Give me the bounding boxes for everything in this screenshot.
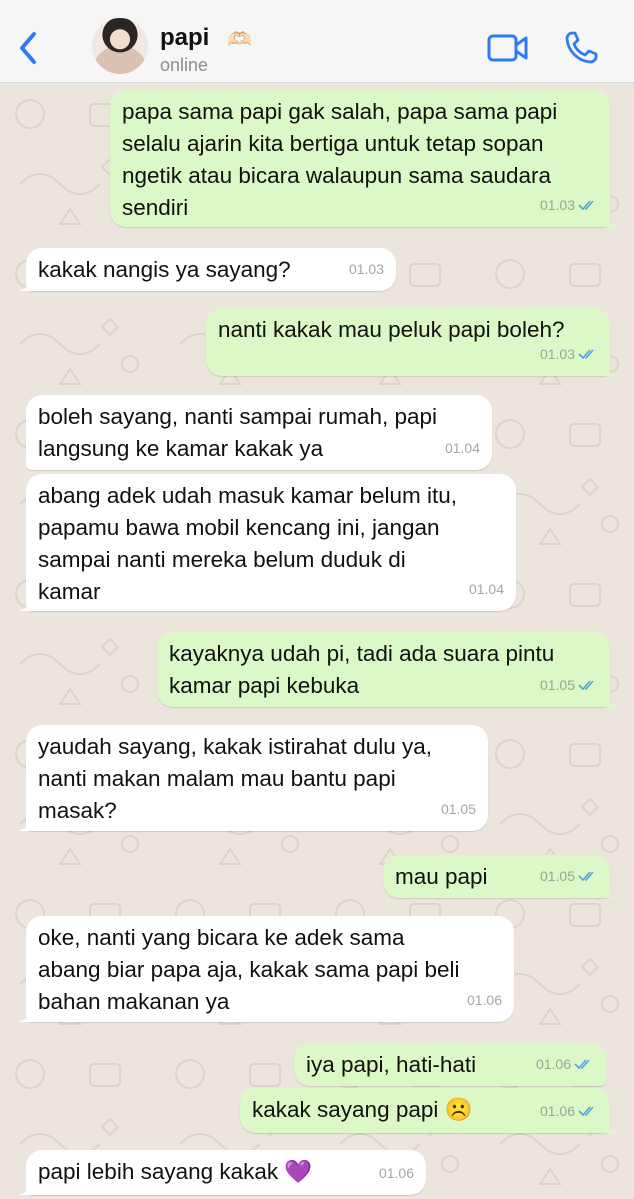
- message-meta: 01.05: [540, 669, 598, 701]
- message-time: 01.06: [535, 1056, 571, 1072]
- message-incoming[interactable]: kakak nangis ya sayang? 01.03: [18, 248, 396, 291]
- message-text: kakak nangis ya sayang?: [38, 257, 291, 282]
- message-time: 01.03: [539, 346, 575, 362]
- back-button[interactable]: [14, 28, 44, 68]
- message-text: oke, nanti yang bicara ke adek sama aban…: [38, 925, 460, 1014]
- message-outgoing[interactable]: iya papi, hati-hati 01.06: [294, 1043, 606, 1086]
- message-outgoing[interactable]: mau papi 01.05: [383, 855, 618, 898]
- message-incoming[interactable]: yaudah sayang, kakak istirahat dulu ya, …: [18, 725, 488, 831]
- message-time: 01.04: [444, 440, 480, 456]
- chat-area[interactable]: papa sama papi gak salah, papa sama papi…: [0, 84, 634, 1199]
- voice-call-button[interactable]: [563, 30, 599, 66]
- message-time: 01.06: [466, 992, 502, 1008]
- bubble-tail: [18, 597, 32, 611]
- phone-icon: [565, 31, 598, 64]
- message-meta: 01.04: [445, 432, 480, 464]
- contact-name[interactable]: papi: [160, 24, 209, 52]
- message-meta: 01.05: [540, 860, 598, 892]
- bubble-tail: [604, 884, 618, 898]
- chevron-left-icon: [20, 32, 36, 64]
- message-text: abang adek udah masuk kamar belum itu, p…: [38, 483, 457, 604]
- bubble-tail: [604, 213, 618, 227]
- message-text: kakak sayang papi ☹️: [252, 1097, 473, 1122]
- message-incoming[interactable]: abang adek udah masuk kamar belum itu, p…: [18, 474, 516, 611]
- message-text: mau papi: [395, 864, 488, 889]
- message-text: papa sama papi gak salah, papa sama papi…: [122, 99, 558, 220]
- message-time: 01.05: [539, 677, 575, 693]
- message-incoming[interactable]: oke, nanti yang bicara ke adek sama aban…: [18, 916, 514, 1022]
- contact-status: online: [160, 55, 209, 75]
- chat-header: papi 🫶🏻 online: [0, 0, 634, 83]
- message-time: 01.03: [348, 261, 384, 277]
- message-meta: 01.05: [441, 793, 476, 825]
- message-outgoing[interactable]: kayaknya udah pi, tadi ada suara pintu k…: [157, 632, 618, 707]
- bubble-tail: [604, 362, 618, 376]
- message-meta: 01.03: [540, 338, 598, 370]
- message-outgoing[interactable]: nanti kakak mau peluk papi boleh? 01.03: [206, 308, 618, 376]
- double-check-icon: [578, 200, 594, 211]
- bubble-tail: [604, 693, 618, 707]
- bubble-tail: [604, 1119, 618, 1133]
- message-time: 01.03: [539, 197, 575, 213]
- message-text: papi lebih sayang kakak 💜: [38, 1159, 313, 1184]
- message-text: boleh sayang, nanti sampai rumah, papi l…: [38, 404, 438, 461]
- message-meta: 01.06: [536, 1048, 594, 1080]
- message-meta: 01.06: [467, 984, 502, 1016]
- double-check-icon: [578, 1106, 594, 1117]
- video-call-button[interactable]: [487, 33, 529, 63]
- bubble-tail: [18, 1181, 32, 1195]
- message-outgoing[interactable]: papa sama papi gak salah, papa sama papi…: [110, 90, 618, 227]
- double-check-icon: [574, 1059, 590, 1070]
- message-incoming[interactable]: papi lebih sayang kakak 💜 01.06: [18, 1150, 426, 1195]
- message-time: 01.04: [468, 581, 504, 597]
- bubble-tail: [18, 1008, 32, 1022]
- message-meta: 01.03: [349, 253, 384, 285]
- message-time: 01.05: [539, 868, 575, 884]
- message-time: 01.06: [539, 1103, 575, 1119]
- message-time: 01.06: [378, 1165, 414, 1181]
- message-text: kayaknya udah pi, tadi ada suara pintu k…: [169, 641, 555, 698]
- bubble-tail: [18, 817, 32, 831]
- double-check-icon: [578, 349, 594, 360]
- message-meta: 01.03: [540, 189, 598, 221]
- message-text: yaudah sayang, kakak istirahat dulu ya, …: [38, 734, 432, 823]
- message-meta: 01.04: [469, 573, 504, 605]
- message-meta: 01.06: [379, 1157, 414, 1189]
- bubble-tail: [18, 277, 32, 291]
- double-check-icon: [578, 680, 594, 691]
- contact-emoji: 🫶🏻: [227, 29, 252, 51]
- message-time: 01.05: [440, 801, 476, 817]
- message-meta: 01.06: [540, 1095, 598, 1127]
- message-outgoing[interactable]: kakak sayang papi ☹️ 01.06: [240, 1088, 618, 1133]
- video-camera-icon: [487, 34, 528, 62]
- double-check-icon: [578, 871, 594, 882]
- message-incoming[interactable]: boleh sayang, nanti sampai rumah, papi l…: [26, 395, 492, 470]
- avatar[interactable]: [92, 18, 148, 74]
- message-text: iya papi, hati-hati: [306, 1052, 477, 1077]
